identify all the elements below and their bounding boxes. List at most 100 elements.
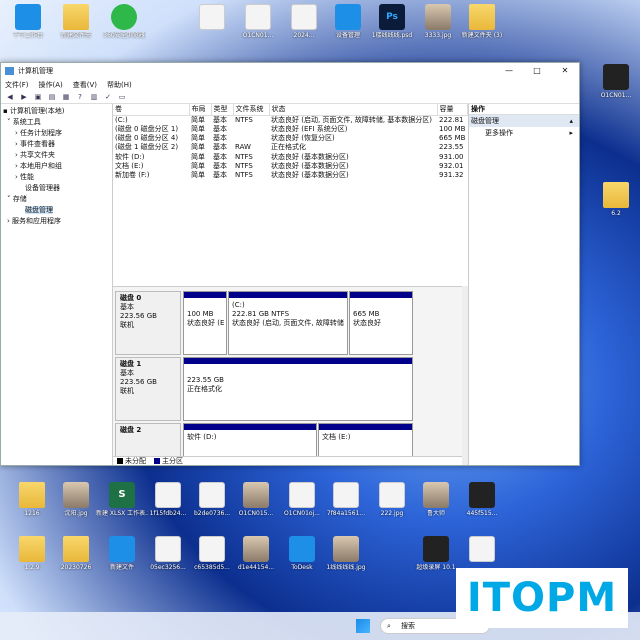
- desktop-icon[interactable]: 7f84a1561...: [320, 482, 372, 518]
- scrollbar[interactable]: [462, 286, 468, 465]
- help-icon[interactable]: ?: [75, 93, 85, 102]
- table-row[interactable]: (磁盘 1 磁盘分区 2) 简单 基本 RAW 正在格式化 223.55: [113, 143, 468, 152]
- desktop-icon[interactable]: 20230726: [50, 536, 102, 572]
- properties-icon[interactable]: ▦: [61, 93, 71, 102]
- tree-item-disk-management[interactable]: 磁盘管理: [1, 205, 112, 216]
- tree-item-services[interactable]: › 服务和应用程序: [1, 216, 112, 227]
- partition[interactable]: 223.55 GB 正在格式化: [183, 357, 413, 421]
- desktop-icon[interactable]: 360安全浏览器: [98, 4, 150, 40]
- desktop-icon[interactable]: 新建文件: [96, 536, 148, 572]
- desktop-icon[interactable]: d1e44154...: [230, 536, 282, 572]
- image-file-icon: [245, 4, 271, 30]
- collapse-icon[interactable]: ▴: [569, 115, 573, 127]
- disk-management-pane: 卷 布局 类型 文件系统 状态 容量 (C:) 简单 基本 NTFS 状态良好 (启动,…: [113, 104, 469, 465]
- partition[interactable]: 665 MB 状态良好: [349, 291, 413, 355]
- desktop-icon[interactable]: [456, 536, 508, 564]
- desktop-icon[interactable]: O1CN01...: [590, 64, 640, 100]
- back-icon[interactable]: ◀: [5, 93, 15, 102]
- computer-management-icon: [5, 66, 14, 75]
- app-icon: [109, 536, 135, 562]
- computer-management-window: 计算机管理 — □ ✕ 文件(F) 操作(A) 查看(V) 帮助(H) ◀ ▶ …: [0, 62, 580, 466]
- menu-view[interactable]: 查看(V): [73, 80, 97, 90]
- list-icon[interactable]: ▭: [117, 93, 127, 102]
- desktop-icon[interactable]: S新建 XLSX 工作表.xlsx: [96, 482, 148, 518]
- desktop-icon[interactable]: 超级录屏 10.1: [410, 536, 462, 572]
- disk-info[interactable]: 磁盘 1 基本 223.56 GB 联机: [115, 357, 181, 421]
- image-file-icon: [155, 536, 181, 562]
- tree-item-performance[interactable]: › 性能: [1, 172, 112, 183]
- desktop-icon[interactable]: 445f515...: [456, 482, 508, 518]
- folder-icon: [63, 536, 89, 562]
- title-bar[interactable]: 计算机管理 — □ ✕: [1, 63, 579, 78]
- tree-item-storage[interactable]: ˅ 存储: [1, 194, 112, 205]
- disk-info[interactable]: 磁盘 0 基本 223.56 GB 联机: [115, 291, 181, 355]
- table-row[interactable]: 新加卷 (F:) 简单 基本 NTFS 状态良好 (基本数据分区) 931.32: [113, 171, 468, 180]
- view-icon[interactable]: ▥: [89, 93, 99, 102]
- desktop-icon[interactable]: 6.2: [590, 182, 640, 218]
- menu-file[interactable]: 文件(F): [5, 80, 29, 90]
- photoshop-icon: Ps: [379, 4, 405, 30]
- windows-start-icon[interactable]: [356, 619, 370, 633]
- tree-item-task-scheduler[interactable]: › 任务计划程序: [1, 128, 112, 139]
- image-file-icon: [469, 482, 495, 508]
- desktop-icon[interactable]: Ps 1楼线线线.psd: [366, 4, 418, 40]
- image-file-icon: [333, 482, 359, 508]
- actions-header: 操作: [469, 104, 579, 115]
- up-folder-icon[interactable]: ▣: [33, 93, 43, 102]
- menu-bar: 文件(F) 操作(A) 查看(V) 帮助(H): [1, 78, 579, 91]
- column-header[interactable]: 容量: [437, 104, 468, 116]
- check-icon[interactable]: ✓: [103, 93, 113, 102]
- image-file-icon: [291, 4, 317, 30]
- desktop-icon[interactable]: 沈阳.jpg: [50, 482, 102, 518]
- tree-item-root[interactable]: ▪ 计算机管理(本地): [1, 106, 112, 117]
- brand-watermark: ITOPM: [456, 568, 628, 628]
- desktop-icon[interactable]: 1线线线线.jpg: [320, 536, 372, 572]
- table-row[interactable]: (磁盘 0 磁盘分区 4) 简单 基本 状态良好 (恢复分区) 665 MB: [113, 134, 468, 143]
- column-header[interactable]: 布局: [189, 104, 212, 116]
- partition[interactable]: 100 MB 状态良好 (E: [183, 291, 227, 355]
- actions-pane: 操作 磁盘管理 ▴ 更多操作 ▸: [469, 104, 579, 465]
- table-row[interactable]: 软件 (D:) 简单 基本 NTFS 状态良好 (基本数据分区) 931.00: [113, 152, 468, 161]
- excel-icon: S: [109, 482, 135, 508]
- image-file-icon: [379, 482, 405, 508]
- tree-item-event-viewer[interactable]: › 事件查看器: [1, 139, 112, 150]
- table-header: 卷 布局 类型 文件系统 状态 容量: [113, 104, 468, 116]
- column-header[interactable]: 卷: [113, 104, 190, 116]
- file-icon: [469, 536, 495, 562]
- search-icon: ⌕: [387, 622, 391, 630]
- desktop-icon[interactable]: 鲁大师: [410, 482, 462, 518]
- desktop-icon[interactable]: 新建文件夹 (3): [456, 4, 508, 40]
- more-actions[interactable]: 更多操作 ▸: [469, 127, 579, 139]
- close-button[interactable]: ✕: [551, 66, 579, 75]
- desktop-icon[interactable]: O1CN015...: [230, 482, 282, 518]
- image-file-icon: [333, 536, 359, 562]
- maximize-button[interactable]: □: [523, 66, 551, 75]
- minimize-button[interactable]: —: [495, 66, 523, 75]
- folder-icon: [19, 536, 45, 562]
- desktop-icon[interactable]: [186, 4, 238, 32]
- screen-recorder-icon: [423, 536, 449, 562]
- show-tree-icon[interactable]: ▤: [47, 93, 57, 102]
- tree-item-device-manager[interactable]: 设备管理器: [1, 183, 112, 194]
- toolbar: ◀ ▶ ▣ ▤ ▦ ? ▥ ✓ ▭: [1, 91, 579, 104]
- column-header[interactable]: 文件系统: [233, 104, 270, 116]
- forward-icon[interactable]: ▶: [19, 93, 29, 102]
- column-header[interactable]: 状态: [269, 104, 438, 116]
- menu-help[interactable]: 帮助(H): [107, 80, 132, 90]
- todesk-icon: [289, 536, 315, 562]
- image-file-icon: [603, 64, 629, 90]
- desktop-icon[interactable]: 新建文件夹: [50, 4, 102, 40]
- menu-action[interactable]: 操作(A): [39, 80, 63, 90]
- table-row[interactable]: (C:) 简单 基本 NTFS 状态良好 (启动, 页面文件, 故障转储, 基本数据分区…: [113, 115, 468, 125]
- table-row[interactable]: 文档 (E:) 简单 基本 NTFS 状态良好 (基本数据分区) 932.01: [113, 162, 468, 171]
- table-row[interactable]: (磁盘 0 磁盘分区 1) 简单 基本 状态良好 (EFI 系统分区) 100 MB: [113, 125, 468, 134]
- partition-c[interactable]: (C:) 222.81 GB NTFS 状态良好 (启动, 页面文件, 故障转储: [228, 291, 348, 355]
- tree-item-shared-folders[interactable]: › 共享文件夹: [1, 150, 112, 161]
- desktop-icon[interactable]: 千牛工作台: [2, 4, 54, 40]
- image-file-icon: [243, 482, 269, 508]
- tree-item-system-tools[interactable]: ˅ 系统工具: [1, 117, 112, 128]
- desktop-icon[interactable]: O1CN01...: [232, 4, 284, 40]
- tree-item-local-users[interactable]: › 本地用户和组: [1, 161, 112, 172]
- actions-section[interactable]: 磁盘管理 ▴: [469, 115, 579, 127]
- column-header[interactable]: 类型: [211, 104, 234, 116]
